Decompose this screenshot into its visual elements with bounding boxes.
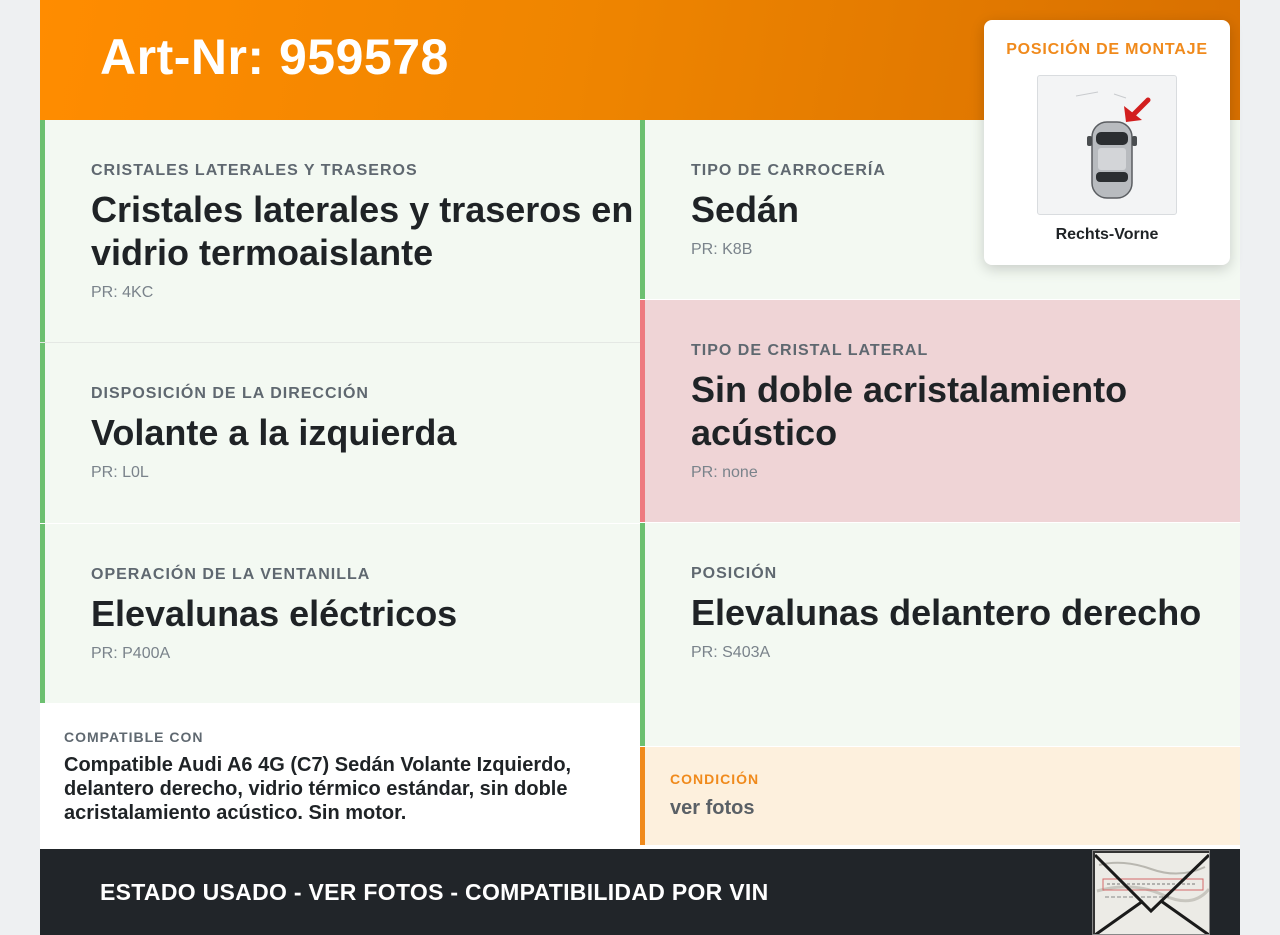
footer-bar: ESTADO USADO - VER FOTOS - COMPATIBILIDA… (40, 849, 1240, 935)
spec-card-steering: DISPOSICIÓN DE LA DIRECCIÓN Volante a la… (40, 343, 640, 523)
compatibility-label: COMPATIBLE CON (64, 729, 204, 745)
spec-label: POSICIÓN (691, 565, 778, 582)
mounting-position-title: POSICIÓN DE MONTAJE (1006, 41, 1208, 58)
condition-text: ver fotos (670, 797, 755, 819)
car-top-view-icon (1075, 91, 1151, 199)
spec-label: DISPOSICIÓN DE LA DIRECCIÓN (91, 385, 369, 402)
spec-value: Cristales laterales y traseros en vidrio… (91, 189, 634, 273)
spec-value: Volante a la izquierda (91, 412, 457, 453)
spec-label: TIPO DE CRISTAL LATERAL (691, 342, 929, 359)
compatibility-text: Compatible Audi A6 4G (C7) Sedán Volante… (64, 754, 572, 824)
spec-card-position: POSICIÓN Elevalunas delantero derecho PR… (640, 523, 1240, 746)
mounting-position-card: POSICIÓN DE MONTAJE Rechts-Vorne (984, 20, 1230, 265)
spec-label: CRISTALES LATERALES Y TRASEROS (91, 162, 418, 179)
condition-label: CONDICIÓN (670, 771, 760, 787)
spec-label: OPERACIÓN DE LA VENTANILLA (91, 566, 371, 583)
spec-pr-code: PR: 4KC (91, 284, 154, 301)
spec-pr-code: PR: L0L (91, 464, 149, 481)
label-sticker-photo (1092, 850, 1210, 935)
spec-pr-code: PR: P400A (91, 645, 171, 662)
mounting-position-caption: Rechts-Vorne (1055, 226, 1159, 243)
spec-card-side-glass-type: TIPO DE CRISTAL LATERAL Sin doble acrist… (640, 300, 1240, 522)
spec-pr-code: PR: S403A (691, 644, 771, 661)
mounting-position-image (1037, 75, 1177, 215)
spec-card-window-operation: OPERACIÓN DE LA VENTANILLA Elevalunas el… (40, 524, 640, 703)
spec-value: Elevalunas delantero derecho (691, 592, 1202, 633)
footer-text: ESTADO USADO - VER FOTOS - COMPATIBILIDA… (100, 879, 769, 905)
spec-value: Elevalunas eléctricos (91, 593, 458, 634)
compatibility-box: COMPATIBLE CON Compatible Audi A6 4G (C7… (40, 703, 639, 849)
spec-pr-code: PR: none (691, 464, 758, 481)
sticker-image (1093, 851, 1209, 934)
article-number-title: Art-Nr: 959578 (100, 29, 449, 85)
spec-value: Sin doble acristalamiento acústico (691, 369, 1128, 453)
condition-box: CONDICIÓN ver fotos (640, 747, 1240, 845)
spec-card-side-rear-glass: CRISTALES LATERALES Y TRASEROS Cristales… (40, 120, 640, 342)
